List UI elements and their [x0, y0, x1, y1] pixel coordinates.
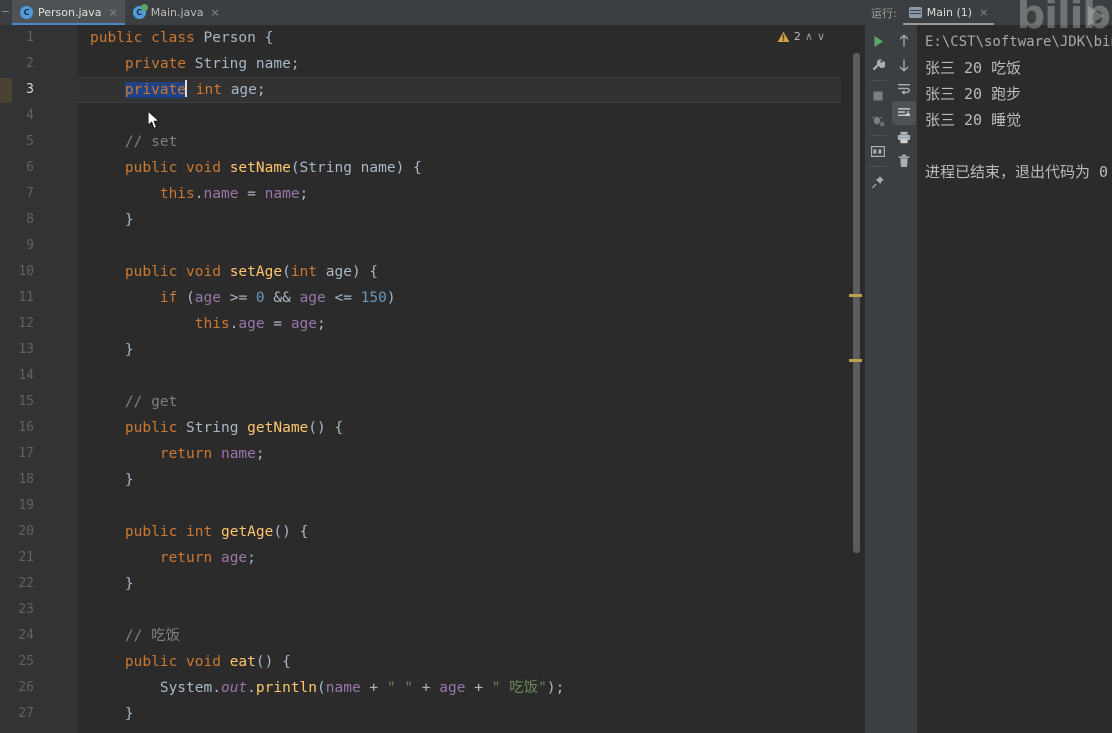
tab-label: Main.java: [150, 6, 204, 19]
line-number: 9: [26, 238, 34, 253]
scroll-down-icon[interactable]: [892, 53, 916, 77]
editor-column: Person.java × Main.java × 12345678910111…: [0, 0, 865, 733]
run-tool-window: 运行: Main (1) × E:\CST\software\JDK\bi 张三…: [865, 0, 1112, 733]
editor-marker-track[interactable]: [841, 25, 865, 733]
soft-wrap-icon[interactable]: [892, 77, 916, 101]
warning-triangle-icon: [777, 31, 790, 42]
line-number: 11: [18, 290, 34, 305]
pin-icon[interactable]: [866, 170, 890, 194]
editor-gutter[interactable]: 1 2 3 4 5 6 7 8 9 10 11 12 13 14 15 16 17 18 19 20 21 22 23 24 2…: [12, 25, 107, 733]
run-configuration-icon: [908, 7, 922, 18]
line-number: 4: [26, 108, 34, 123]
scroll-to-end-icon[interactable]: [892, 101, 916, 125]
line-number: 19: [18, 498, 34, 513]
code-area[interactable]: public class Person { private String nam…: [78, 25, 865, 733]
layout-icon[interactable]: [866, 139, 890, 163]
line-number: 28: [0, 727, 34, 733]
run-tab-label: Main (1): [926, 6, 973, 19]
java-class-runnable-icon: [132, 4, 148, 19]
scroll-up-icon[interactable]: [892, 29, 916, 53]
console-output-line: 张三 20 吃饭: [925, 59, 1022, 77]
settings-wrench-icon[interactable]: [866, 53, 890, 77]
console-command-line: E:\CST\software\JDK\bin\j: [925, 34, 1112, 50]
console-output-line: 张三 20 跑步: [925, 85, 1022, 103]
print-icon[interactable]: [892, 125, 916, 149]
tab-label: Person.java: [38, 6, 102, 19]
tab-close-icon[interactable]: ×: [109, 6, 118, 19]
line-number: 24: [18, 628, 34, 643]
line-number: 17: [18, 446, 34, 461]
bilibili-play-icon: [1088, 6, 1104, 26]
editor-scrollbar-thumb[interactable]: [853, 53, 860, 553]
next-problem-icon[interactable]: ∨: [817, 30, 825, 43]
warning-marker[interactable]: [849, 294, 862, 297]
line-number: 26: [18, 680, 34, 695]
warning-count: 2: [793, 30, 801, 43]
line-number: 2: [26, 56, 34, 71]
warning-marker[interactable]: [849, 359, 862, 362]
line-number: 8: [26, 212, 34, 227]
line-number: 1: [26, 30, 34, 45]
line-number: 22: [18, 576, 34, 591]
rerun-icon[interactable]: [866, 29, 890, 53]
line-number: 16: [18, 420, 34, 435]
tab-person-java[interactable]: Person.java ×: [12, 0, 125, 25]
line-number: 20: [18, 524, 34, 539]
clear-all-trash-icon[interactable]: [892, 149, 916, 173]
tab-main-java[interactable]: Main.java ×: [125, 0, 227, 25]
run-toolbar-secondary: [891, 25, 917, 733]
line-number: 18: [18, 472, 34, 487]
inspection-status-widget[interactable]: 2 ∧ ∨: [777, 30, 825, 43]
run-toolbar-primary: [865, 25, 891, 733]
tab-close-icon[interactable]: ×: [211, 6, 220, 19]
toolbar-divider: [870, 80, 886, 81]
console-output-line: 进程已结束，退出代码为 0: [925, 163, 1109, 181]
line-number: 13: [18, 342, 34, 357]
console-output-line: 张三 20 睡觉: [925, 111, 1022, 129]
prev-problem-icon[interactable]: ∧: [805, 30, 813, 43]
editor-tab-bar: Person.java × Main.java ×: [0, 0, 865, 25]
run-label: 运行:: [871, 6, 897, 20]
line-number: 14: [18, 368, 34, 383]
tool-window-stripe[interactable]: [0, 0, 12, 25]
java-class-icon: [20, 6, 33, 19]
debug-disabled-icon[interactable]: [866, 108, 890, 132]
source-code[interactable]: public class Person { private String nam…: [90, 25, 564, 727]
toolbar-divider: [870, 166, 886, 167]
line-number: 23: [18, 602, 34, 617]
console-output[interactable]: E:\CST\software\JDK\bin\j 张三 20 吃饭张三 20 跑…: [917, 25, 1112, 733]
line-number: 25: [18, 654, 34, 669]
toolbar-divider: [870, 135, 886, 136]
line-number: 3: [26, 82, 34, 97]
idea-window: Person.java × Main.java × 12345678910111…: [0, 0, 1112, 733]
line-number: 15: [18, 394, 34, 409]
line-number: 7: [26, 186, 34, 201]
run-tab-close-icon[interactable]: ×: [979, 6, 988, 19]
line-number: 12: [18, 316, 34, 331]
line-number: 21: [18, 550, 34, 565]
stop-icon[interactable]: [866, 84, 890, 108]
line-number: 5: [26, 134, 34, 149]
line-number: 27: [18, 706, 34, 721]
run-panel-body: E:\CST\software\JDK\bin\j 张三 20 吃饭张三 20 跑…: [865, 25, 1112, 733]
run-panel-header: 运行: Main (1) ×: [865, 0, 1112, 25]
line-number: 10: [18, 264, 34, 279]
line-number: 6: [26, 160, 34, 175]
editor-body: 1 2 3 4 5 6 7 8 9 10 11 12 13 14 15 16 17 18 19 20 21 22 23 24 2…: [0, 25, 865, 733]
run-configuration-tab[interactable]: Main (1) ×: [902, 0, 995, 25]
